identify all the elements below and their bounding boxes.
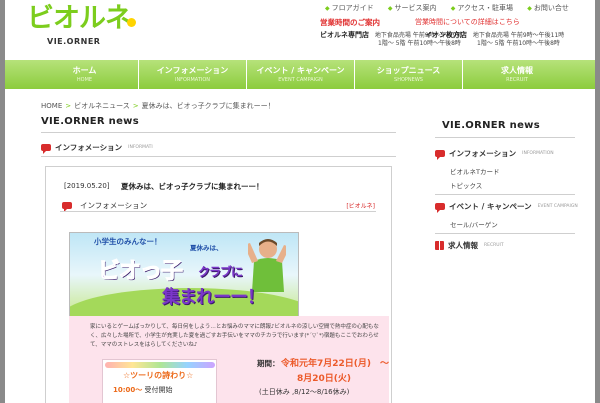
banner-text-top1: 小学生のみんなー！: [94, 237, 162, 246]
site-header: ビオルネ VIE.ORNER フロアガイド サービス案内 アクセス・駐車場 お問…: [5, 0, 595, 61]
nav-event-campaign[interactable]: イベント / キャンペーン EVENT CAMPAIGN: [247, 60, 355, 89]
main-heading: VIE.ORNER news: [41, 116, 139, 127]
section-label: インフォメーション: [449, 149, 517, 158]
store-name: ビオルネ専門店: [320, 31, 369, 39]
main-nav: ホーム HOME インフォメーション INFORMATION イベント / キャ…: [5, 60, 595, 89]
period-start: 令和元年7月22日(月) ～: [281, 359, 390, 369]
sidebar-link-sale[interactable]: セール/バーゲン: [450, 219, 498, 229]
event-details-box: 家にいるとゲームばっかりして、毎日何をしよう…とお悩みのママに朗報♪ビオルネの涼…: [69, 316, 389, 403]
banner-text-big1-small: クラブに: [198, 265, 243, 279]
breadcrumb-current: 夏休みは、ビオっ子クラブに集まれーー！: [141, 102, 275, 110]
event-description: 家にいるとゲームばっかりして、毎日何をしよう…とお悩みのママに朗報♪ビオルネの涼…: [90, 324, 379, 348]
article-date: [2019.05.20]: [64, 182, 110, 190]
reception-time: 10:00〜: [113, 386, 143, 394]
article-category: インフォメーション: [80, 201, 148, 210]
nav-sublabel: EVENT CAMPAIGN: [278, 77, 323, 83]
nav-sublabel: SHOPNEWS: [394, 77, 423, 83]
nav-recruit[interactable]: 求人情報 RECRUIT: [463, 60, 571, 89]
speech-bubble-icon: [62, 202, 72, 212]
period-label: 期間：: [257, 359, 280, 368]
hours-title: 営業時間のご案内: [320, 18, 380, 27]
reception-card-text: 10:00〜 受付開始: [113, 385, 173, 395]
section-sublabel: INFORMATI: [128, 145, 153, 150]
sidebar-divider: [435, 233, 575, 234]
nav-label: ホーム: [72, 66, 97, 75]
page: ビオルネ VIE.ORNER フロアガイド サービス案内 アクセス・駐車場 お問…: [5, 0, 595, 403]
store-hours-aeon: イオン枚方店 地下食品売場 午前9時〜午後11時 1階〜 5階 午前10時〜午後…: [425, 31, 564, 48]
rainbow-decoration: [105, 362, 215, 368]
breadcrumb: HOME > ビオルネニュース > 夏休みは、ビオっ子クラブに集まれーー！: [41, 101, 275, 111]
sidebar-section-event[interactable]: イベント / キャンペーン EVENT CAMPAIGN: [435, 201, 578, 213]
article-title: 夏休みは、ビオっ子クラブに集まれーー！: [121, 182, 264, 191]
reception-card-title: ☆ツーリの詩わり☆: [123, 371, 194, 380]
article-tag[interactable]: [ビオルネ]: [346, 201, 375, 210]
top-link-service[interactable]: サービス案内: [388, 4, 437, 12]
store-line1: 地下食品売場 午前9時〜午後11時: [472, 32, 565, 39]
section-label: イベント / キャンペーン: [449, 202, 532, 211]
banner-text-big2: 集まれーー！: [162, 287, 265, 308]
nav-home[interactable]: ホーム HOME: [31, 60, 139, 89]
speech-bubble-icon: [435, 203, 445, 213]
gift-icon: [435, 241, 444, 250]
breadcrumb-separator-icon: >: [65, 102, 72, 110]
section-label: インフォメーション: [55, 143, 123, 152]
sidebar-section-information[interactable]: インフォメーション INFORMATION: [435, 148, 554, 160]
nav-label: 求人情報: [501, 66, 533, 75]
article-category-row: インフォメーション: [62, 200, 148, 212]
nav-sublabel: HOME: [76, 77, 93, 83]
reception-card: ☆ツーリの詩わり☆ 10:00〜 受付開始: [102, 359, 217, 403]
main-section-row: インフォメーション INFORMATI: [41, 142, 153, 154]
logo-text: ビオルネ: [27, 3, 132, 34]
section-sublabel: EVENT CAMPAIGN: [537, 204, 578, 209]
article-card: [2019.05.20] 夏休みは、ビオっ子クラブに集まれーー！ インフォメーシ…: [45, 166, 392, 403]
banner-text-top2: 夏休みは、: [190, 244, 223, 252]
logo-subtitle: VIE.ORNER: [47, 37, 101, 46]
nav-label: イベント / キャンペーン: [256, 66, 345, 75]
logo-dot-icon: [127, 18, 136, 27]
period-note: (土日休み ,8/12～8/16休み): [259, 388, 350, 396]
period-end: 8月20日(火): [297, 374, 352, 384]
sidebar-divider: [435, 194, 575, 195]
section-sublabel: RECRUIT: [484, 243, 504, 248]
section-sublabel: INFORMATION: [522, 151, 554, 156]
nav-label: ショップニュース: [376, 66, 441, 75]
top-links: フロアガイド サービス案内 アクセス・駐車場 お問い合せ: [325, 3, 581, 13]
section-label: 求人情報: [448, 241, 478, 250]
top-link-access[interactable]: アクセス・駐車場: [451, 4, 513, 12]
nav-shop-news[interactable]: ショップニュース SHOPNEWS: [355, 60, 463, 89]
main-heading-divider: [41, 132, 396, 133]
sidebar-section-recruit[interactable]: 求人情報 RECRUIT: [435, 240, 504, 251]
nav-sublabel: INFORMATION: [174, 77, 211, 83]
sidebar-link-topics[interactable]: トピックス: [450, 180, 482, 190]
article-divider: [60, 211, 376, 212]
sidebar-link-tcard[interactable]: ビオルネTカード: [450, 166, 499, 176]
sidebar-heading: VIE.ORNER news: [442, 120, 540, 131]
speech-bubble-icon: [435, 150, 445, 160]
breadcrumb-home[interactable]: HOME: [41, 102, 62, 110]
site-logo[interactable]: ビオルネ VIE.ORNER: [27, 4, 137, 54]
banner-text-big1: ビオっ子: [97, 259, 183, 285]
sidebar-heading-divider: [435, 137, 575, 138]
speech-bubble-icon: [41, 144, 51, 154]
store-line2: 1階〜 5階 午前10時〜午後8時: [477, 40, 560, 47]
nav-information[interactable]: インフォメーション INFORMATION: [139, 60, 247, 89]
top-link-floor-guide[interactable]: フロアガイド: [325, 4, 374, 12]
nav-sublabel: RECRUIT: [506, 77, 528, 83]
event-banner-image: 小学生のみんなー！ 夏休みは、 ビオっ子 クラブに 集まれーー！: [69, 232, 299, 318]
top-link-contact[interactable]: お問い合せ: [527, 4, 569, 12]
breadcrumb-separator-icon: >: [132, 102, 139, 110]
breadcrumb-news[interactable]: ビオルネニュース: [74, 102, 130, 110]
nav-label: インフォメーション: [156, 66, 229, 75]
hours-notice-link[interactable]: 営業時間についての詳細はこちら: [415, 17, 520, 27]
store-name: イオン枚方店: [425, 31, 467, 39]
reception-label: 受付開始: [144, 386, 173, 394]
main-section-divider: [41, 156, 396, 157]
